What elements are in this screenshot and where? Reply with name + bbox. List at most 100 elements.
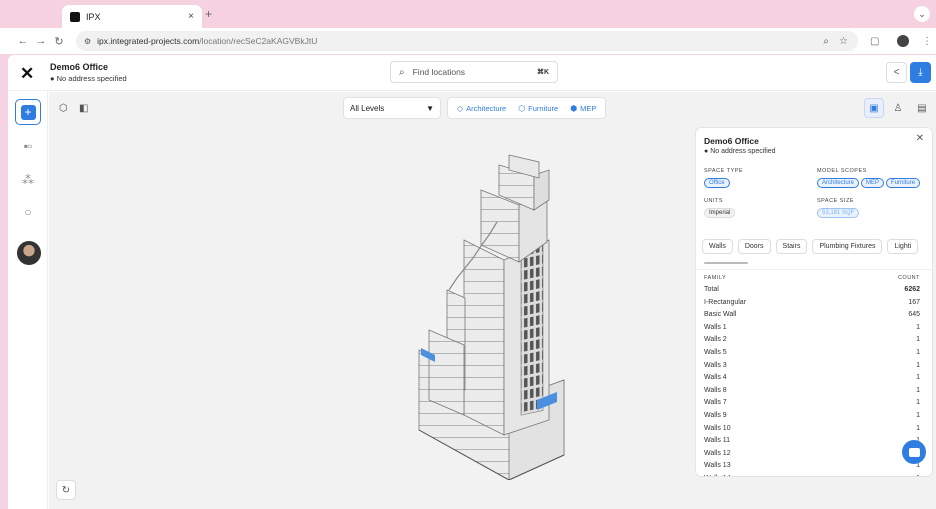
browser-tab-strip: IPX × + ⌄ [0,0,936,28]
family-count: 167 [908,298,920,306]
units-label: UNITS [704,198,723,204]
family-count: 1 [916,399,920,407]
table-row[interactable]: Walls 5 1 [696,347,932,360]
building-3d-model[interactable] [409,150,609,480]
table-row[interactable]: Total 6262 [696,284,932,297]
family-name: Basic Wall [704,311,737,319]
scope-architecture-button[interactable]: ◇ Architecture [452,101,511,116]
family-count: 1 [916,323,920,331]
download-button[interactable]: ⤓ [910,62,931,83]
tab-search-chevron-icon[interactable]: ⌄ [914,6,930,22]
family-table-body: Total 6262 I-Rectangular 167 Basic Wall 645 Wa… [696,284,932,476]
scope-pill: MEP [861,178,885,188]
project-address: ● No address specified [50,74,127,83]
ipx-logo-icon[interactable]: ✕ [20,64,34,84]
browser-menu-icon[interactable]: ⋮ [922,28,932,54]
reload-icon[interactable]: ↻ [50,35,68,48]
share-icon: < [893,67,900,78]
share-button[interactable]: < [886,62,907,83]
zoom-icon[interactable]: ⌕ [823,36,829,47]
scope-furniture-button[interactable]: ⬡ Furniture [513,101,563,116]
table-row[interactable]: Walls 9 1 [696,410,932,423]
table-row[interactable]: I-Rectangular 167 [696,297,932,310]
3d-view-icon[interactable]: ⬡ [59,99,68,117]
floorplan-view-icon[interactable]: ◧ [79,99,88,117]
help-button[interactable]: ○ [15,199,41,225]
mep-icon: ⬢ [570,103,578,113]
help-circle-icon: ○ [24,205,32,219]
scope-pill: Architecture [817,178,860,188]
space-type-row: Office [704,178,730,188]
family-count: 1 [916,348,920,356]
category-tab-plumbing-fixtures[interactable]: Plumbing Fixtures [812,239,883,254]
location-pin-icon: ● [50,74,55,83]
table-row[interactable]: Walls 4 1 [696,372,932,385]
back-arrow-icon[interactable]: ← [14,35,32,47]
family-name: Walls 7 [704,399,727,407]
forward-arrow-icon[interactable]: → [32,35,50,47]
address-bar[interactable]: ⚙ ipx.integrated-projects.com/location/r… [76,31,858,51]
panel-title: Demo6 Office [704,136,759,146]
category-scrollbar[interactable] [704,262,748,264]
close-icon[interactable]: ✕ [916,133,924,144]
units-pill: Imperial [704,208,736,218]
category-tab-doors[interactable]: Doors [737,239,771,254]
chat-icon [908,447,920,457]
browser-tab[interactable]: IPX × [62,5,202,28]
family-name: Walls 8 [704,386,727,394]
levels-selected: All Levels [350,103,385,113]
chevron-down-icon: ▼ [426,103,434,113]
family-name: Walls 13 [704,462,731,470]
category-tabs: Walls Doors Stairs Plumbing Fixtures Lig… [702,239,919,254]
family-count: 6262 [904,286,920,293]
count-column-header: COUNT [897,275,920,281]
panel-address: ● No address specified [704,148,776,155]
table-row[interactable]: Walls 3 1 [696,360,932,373]
person-view-icon[interactable]: ♙ [888,98,908,118]
space-type-label: SPACE TYPE [704,168,744,174]
category-tab-walls[interactable]: Walls [702,239,733,254]
table-row[interactable]: Walls 2 1 [696,334,932,347]
profile-avatar[interactable] [897,35,909,47]
table-row[interactable]: Basic Wall 645 [696,309,932,322]
chat-support-button[interactable] [902,440,926,464]
model-viewport[interactable]: ⬡ ◧ All Levels ▼ ◇ Architecture ⬡ Furnitur… [49,92,936,509]
table-row[interactable]: Walls 14 1 [696,473,932,476]
notes-icon[interactable]: ▤ [912,98,932,118]
model-scopes-row: Architecture MEP Furniture [817,178,921,188]
units-row: Imperial [704,208,736,218]
family-count: 645 [908,311,920,319]
people-icon: ⁂ [22,173,34,187]
location-search-input[interactable]: ⌕ Find locations ⌘K [390,61,558,83]
family-count: 1 [916,411,920,419]
table-row[interactable]: Walls 1 1 [696,322,932,335]
site-settings-icon[interactable]: ⚙ [84,37,91,46]
scope-mep-button[interactable]: ⬢ MEP [565,101,601,116]
table-row[interactable]: Walls 10 1 [696,423,932,436]
info-panel-toggle-icon[interactable]: ▣ [864,98,884,118]
people-button[interactable]: ⁂ [15,167,41,193]
family-count: 1 [916,424,920,432]
search-shortcut: ⌘K [536,69,549,76]
new-tab-button[interactable]: + [205,7,212,21]
reset-view-button[interactable]: ↻ [56,480,76,500]
table-row[interactable]: Walls 121 [696,448,932,461]
user-avatar[interactable] [17,241,41,265]
table-row[interactable]: Walls 8 1 [696,385,932,398]
grid-view-button[interactable]: ▪▫ [15,133,41,159]
category-tab-stairs[interactable]: Stairs [775,239,808,254]
category-tab-lighting[interactable]: Lighti [887,239,919,254]
family-name: Total [704,286,719,293]
table-row[interactable]: Walls 111 [696,435,932,448]
download-icon: ⤓ [918,67,923,78]
table-row[interactable]: Walls 13 1 [696,460,932,473]
plus-icon: + [20,104,36,120]
app-header: ✕ Demo6 Office ● No address specified ⌕ … [8,55,936,91]
levels-dropdown[interactable]: All Levels ▼ [343,97,441,119]
search-icon: ⌕ [399,66,405,78]
bookmark-star-icon[interactable]: ☆ [839,36,848,47]
add-button[interactable]: + [15,99,41,125]
table-row[interactable]: Walls 7 1 [696,397,932,410]
extensions-icon[interactable]: ▢ [870,28,879,54]
tab-close-icon[interactable]: × [188,11,194,22]
